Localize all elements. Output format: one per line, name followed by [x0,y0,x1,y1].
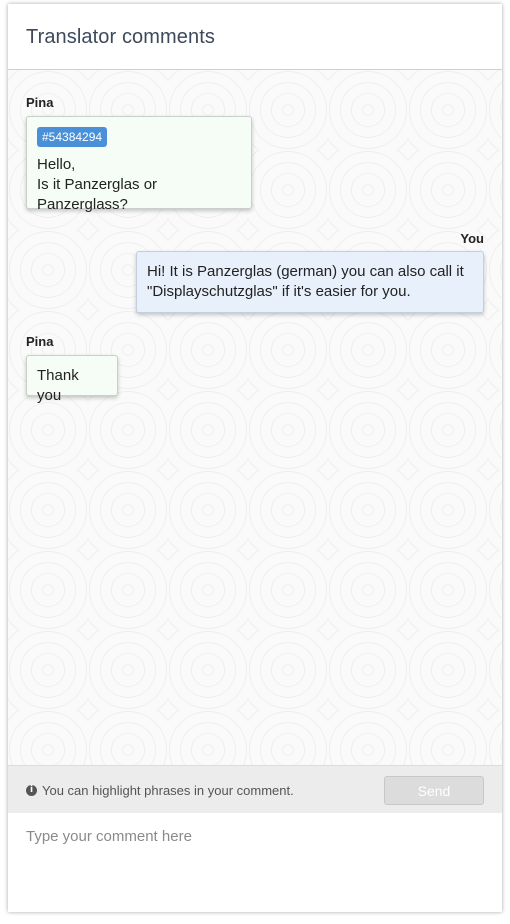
message-bubble-outgoing: Hi! It is Panzerglas (german) you can al… [136,251,484,313]
panel-title: Translator comments [26,26,215,48]
send-button[interactable]: Send [384,776,484,805]
message-sender: Pina [26,95,54,110]
message-bubble-incoming: #54384294 Hello, Is it Panzerglas or Pan… [26,116,252,213]
info-icon: i [26,785,37,796]
message-text-line: Is it Panzerglas or Panzerglass? [37,176,158,213]
message-sender: You [460,231,484,246]
message-text-line: Hi! It is Panzerglas (german) you can al… [147,263,464,280]
message-text-line: "Displayschutzglas" if it's easier for y… [147,283,411,300]
message-text: Thank you [37,367,79,404]
message-bubble-incoming: Thank you [26,355,118,404]
comment-thread[interactable]: Pina #54384294 Hello, Is it Panzerglas o… [8,70,502,765]
highlight-hint-text: You can highlight phrases in your commen… [42,783,294,798]
translator-comments-panel: Translator comments Pina #54384294 Hello… [8,4,502,912]
comment-toolbar: i You can highlight phrases in your comm… [8,765,502,814]
comment-input[interactable] [8,813,502,912]
highlight-hint: i You can highlight phrases in your comm… [26,783,294,798]
segment-id-tag[interactable]: #54384294 [37,127,108,147]
panel-header: Translator comments [8,4,502,70]
message-text-line: Hello, [37,156,76,173]
message-sender: Pina [26,334,54,349]
